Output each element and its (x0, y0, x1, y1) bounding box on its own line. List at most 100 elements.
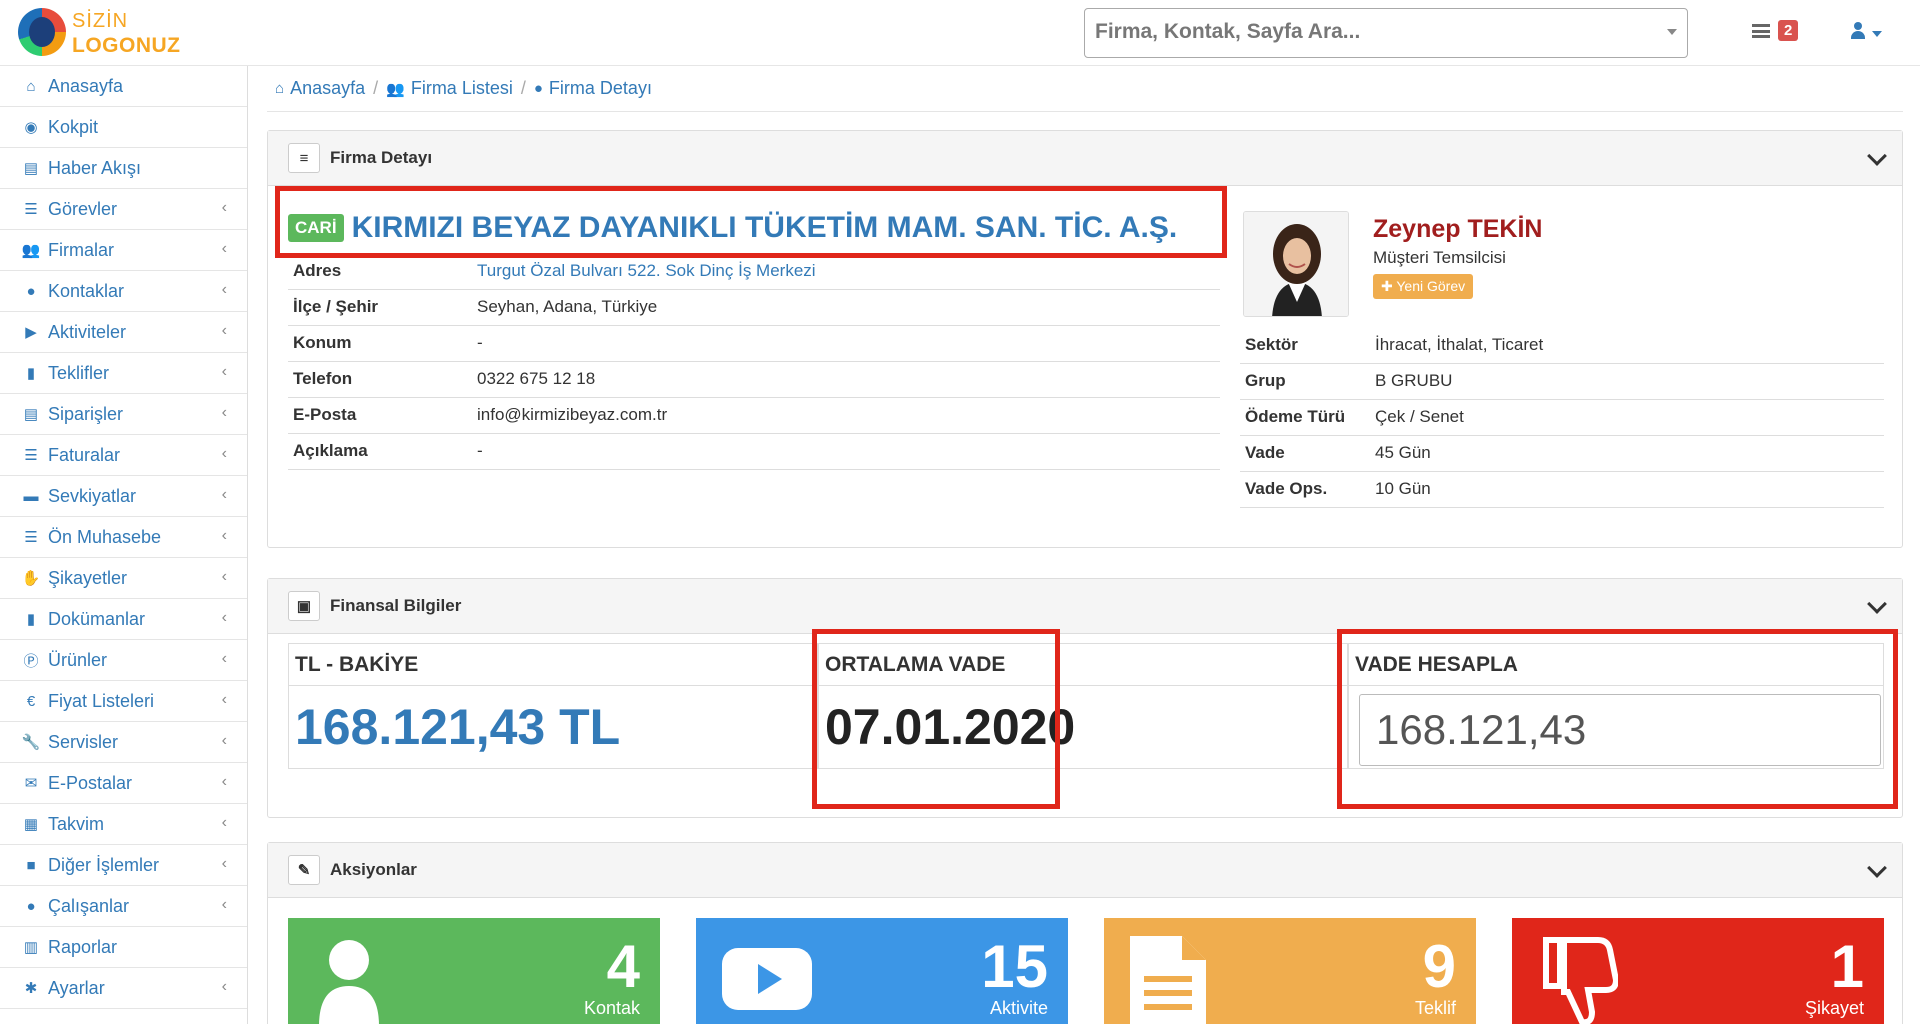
actions-panel: ✎ Aksiyonlar 4 Kontak 15 Aktivite 9 Tekl… (267, 842, 1903, 1024)
global-search[interactable] (1084, 8, 1688, 58)
sidebar-item-3[interactable]: ▤ Haber Akışı (0, 148, 247, 189)
sidebar-item-7[interactable]: ▶ Aktiviteler ‹ (0, 312, 247, 353)
activities-label: Aktivite (989, 998, 1048, 1018)
chevron-left-icon: ‹ (221, 568, 227, 585)
activities-action-box[interactable]: 15 Aktivite (696, 918, 1068, 1024)
sidebar-item-9[interactable]: ▤ Siparişler ‹ (0, 394, 247, 435)
actions-title: Aksiyonlar (330, 860, 417, 879)
sidebar-item-18[interactable]: ✉ E-Postalar ‹ (0, 763, 247, 804)
file-icon: ▮ (26, 365, 36, 382)
chevron-left-icon: ‹ (221, 978, 227, 995)
sidebar-item-20[interactable]: ■ Diğer İşlemler ‹ (0, 845, 247, 886)
list-icon: ☰ (24, 447, 38, 464)
new-task-button[interactable]: ✚ Yeni Görev (1373, 274, 1474, 299)
cari-badge: CARİ (288, 214, 344, 242)
representative-name[interactable]: Zeynep TEKİN (1373, 215, 1542, 244)
sidebar-item-4[interactable]: ☰ Görevler ‹ (0, 189, 247, 230)
calendar-icon: ▦ (23, 816, 39, 833)
sidebar-item-13[interactable]: ✋ Şikayetler ‹ (0, 558, 247, 599)
sidebar-item-22[interactable]: ▥ Raporlar (0, 927, 247, 968)
actions-header[interactable]: ✎ Aksiyonlar (268, 843, 1902, 898)
sidebar-item-15[interactable]: Ⓟ Ürünler ‹ (0, 640, 247, 681)
sidebar-item-label: Çalışanlar (48, 895, 130, 916)
info-value: Çek / Senet (1370, 399, 1884, 436)
breadcrumb-current: Firma Detayı (548, 78, 652, 98)
globe-logo-icon (18, 8, 66, 56)
contacts-count: 4 (606, 933, 640, 1000)
sidebar-item-16[interactable]: € Fiyat Listeleri ‹ (0, 681, 247, 722)
sidebar-item-label: E-Postalar (48, 772, 133, 793)
complaints-action-box[interactable]: 1 Şikayet (1512, 918, 1884, 1024)
sidebar-item-label: Diğer İşlemler (48, 854, 160, 875)
user-icon-body (1851, 31, 1865, 39)
info-value[interactable]: Turgut Özal Bulvarı 522. Sok Dinç İş Mer… (472, 253, 1220, 290)
sidebar-item-label: Kontaklar (48, 280, 125, 301)
chevron-down-icon[interactable] (1867, 858, 1887, 878)
info-row: İlçe / Şehir Seyhan, Adana, Türkiye (288, 289, 1220, 326)
sidebar-item-23[interactable]: ✱ Ayarlar ‹ (0, 968, 247, 1009)
info-key: Ödeme Türü (1240, 399, 1370, 436)
info-row: E-Posta info@kirmizibeyaz.com.tr (288, 397, 1220, 434)
representative-avatar (1243, 211, 1349, 317)
youtube-icon: ▶ (25, 324, 37, 341)
sidebar-item-label: Ürünler (48, 649, 108, 670)
sidebar-item-label: Dokümanlar (48, 608, 146, 629)
money-icon: ▣ (288, 591, 320, 621)
sidebar-item-label: Sevkiyatlar (48, 485, 137, 506)
user-icon: ● (26, 282, 36, 300)
firm-detail-header[interactable]: ≡ Firma Detayı (268, 131, 1902, 186)
sidebar-item-label: Takvim (48, 813, 105, 834)
file-text-icon (1130, 936, 1206, 1024)
sidebar-item-12[interactable]: ☰ Ön Muhasebe ‹ (0, 517, 247, 558)
user-menu-button[interactable] (1850, 22, 1890, 46)
tasks-icon (1752, 24, 1770, 38)
offers-count: 9 (1422, 933, 1456, 1000)
sidebar-item-label: Raporlar (48, 936, 118, 957)
contacts-action-box[interactable]: 4 Kontak (288, 918, 660, 1024)
sidebar-item-label: Teklifler (48, 362, 110, 383)
info-value: 10 Gün (1370, 471, 1884, 508)
sidebar-item-11[interactable]: ▬ Sevkiyatlar ‹ (0, 476, 247, 517)
chevron-left-icon: ‹ (221, 773, 227, 790)
balance-column: TL - BAKİYE 168.121,43 TL (288, 643, 818, 769)
chevron-left-icon: ‹ (221, 240, 227, 257)
chevron-down-icon[interactable] (1867, 594, 1887, 614)
new-task-label: Yeni Görev (1396, 278, 1466, 294)
sidebar-item-label: Faturalar (48, 444, 121, 465)
sidebar-item-14[interactable]: ▮ Dokümanlar ‹ (0, 599, 247, 640)
info-value: - (472, 433, 1220, 470)
activities-count: 15 (981, 933, 1048, 1000)
info-value: B GRUBU (1370, 363, 1884, 400)
chevron-down-icon[interactable] (1667, 29, 1677, 35)
sidebar-item-10[interactable]: ☰ Faturalar ‹ (0, 435, 247, 476)
bar-chart-icon: ▥ (23, 939, 39, 956)
sidebar-item-19[interactable]: ▦ Takvim ‹ (0, 804, 247, 845)
sidebar-item-21[interactable]: ● Çalışanlar ‹ (0, 886, 247, 927)
info-row: Açıklama - (288, 433, 1220, 470)
breadcrumb: ⌂ Anasayfa / 👥 Firma Listesi / ● Firma D… (267, 66, 1903, 112)
search-input[interactable] (1085, 9, 1645, 55)
info-key: İlçe / Şehir (288, 289, 472, 326)
breadcrumb-separator: / (520, 78, 526, 98)
user-icon (1854, 22, 1862, 30)
sidebar-item-1[interactable]: ⌂ Anasayfa (0, 66, 247, 107)
breadcrumb-firm-list[interactable]: Firma Listesi (411, 78, 513, 99)
company-logo[interactable]: SİZİN LOGONUZ (18, 8, 180, 60)
breadcrumb-home[interactable]: Anasayfa (290, 78, 365, 99)
sidebar-item-5[interactable]: 👥 Firmalar ‹ (0, 230, 247, 271)
sidebar-item-17[interactable]: 🔧 Servisler ‹ (0, 722, 247, 763)
youtube-play-icon (722, 948, 812, 1010)
complaints-count: 1 (1830, 933, 1864, 1000)
sidebar-item-8[interactable]: ▮ Teklifler ‹ (0, 353, 247, 394)
chevron-left-icon: ‹ (221, 363, 227, 380)
info-row: Adres Turgut Özal Bulvarı 522. Sok Dinç İ… (288, 253, 1220, 290)
truck-icon: ▬ (23, 487, 39, 505)
finance-header[interactable]: ▣ Finansal Bilgiler (268, 579, 1902, 634)
offers-action-box[interactable]: 9 Teklif (1104, 918, 1476, 1024)
notifications-button[interactable]: 2 (1750, 20, 1806, 46)
sidebar-item-6[interactable]: ● Kontaklar ‹ (0, 271, 247, 312)
file-icon: ▮ (26, 611, 36, 628)
firm-extra-info-table: Sektör İhracat, İthalat, Ticaret Grup B GRU… (1240, 327, 1884, 508)
sidebar-item-2[interactable]: ◉ Kokpit (0, 107, 247, 148)
chevron-down-icon[interactable] (1867, 146, 1887, 166)
